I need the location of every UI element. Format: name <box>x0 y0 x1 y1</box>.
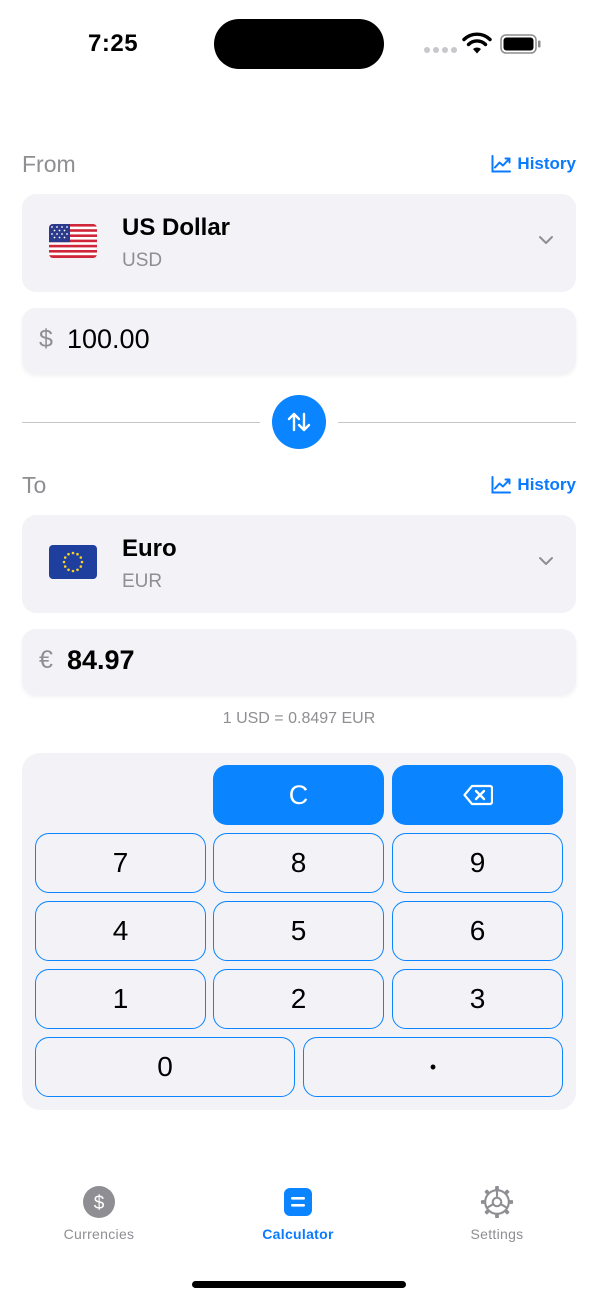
equals-square-icon <box>281 1185 315 1219</box>
eu-flag-icon <box>49 545 97 579</box>
key-6[interactable]: 6 <box>392 901 563 961</box>
gear-icon <box>480 1185 514 1219</box>
key-3[interactable]: 3 <box>392 969 563 1029</box>
to-history-label: History <box>517 475 576 494</box>
swap-currencies-button[interactable] <box>272 395 326 449</box>
tab-bar: $ Currencies Calculator Settings <box>0 1185 598 1265</box>
dynamic-island <box>214 19 384 69</box>
key-2[interactable]: 2 <box>213 969 384 1029</box>
from-history-label: History <box>517 154 576 173</box>
chart-line-icon <box>491 155 512 173</box>
tab-calculator-label: Calculator <box>262 1226 334 1242</box>
to-amount-symbol: € <box>39 646 53 674</box>
dollar-circle-icon: $ <box>82 1185 116 1219</box>
to-history-link[interactable]: History <box>491 475 576 495</box>
key-8[interactable]: 8 <box>213 833 384 893</box>
backspace-button[interactable] <box>392 765 563 825</box>
to-currency-name: Euro <box>122 535 177 562</box>
chart-line-icon <box>491 476 512 494</box>
chevron-down-icon <box>539 557 553 565</box>
cellular-signal-icon <box>424 47 457 55</box>
key-1[interactable]: 1 <box>35 969 206 1029</box>
us-flag-icon <box>49 224 97 258</box>
tab-currencies-label: Currencies <box>63 1226 135 1242</box>
to-currency-code: EUR <box>122 571 163 592</box>
key-9[interactable]: 9 <box>392 833 563 893</box>
status-bar: 7:25 <box>0 0 598 90</box>
wifi-icon <box>462 32 492 54</box>
key-5[interactable]: 5 <box>213 901 384 961</box>
from-currency-code: USD <box>122 250 163 271</box>
key-7[interactable]: 7 <box>35 833 206 893</box>
svg-text:$: $ <box>94 1193 105 1214</box>
tab-settings[interactable]: Settings <box>417 1185 577 1242</box>
exchange-rate-text: 1 USD = 0.8497 EUR <box>222 710 376 727</box>
from-amount-value: 100.00 <box>67 324 150 354</box>
key-0[interactable]: 0 <box>35 1037 295 1097</box>
divider-left <box>22 422 260 423</box>
to-label: To <box>22 472 47 498</box>
to-currency-picker[interactable]: Euro EUR <box>22 515 576 613</box>
divider-right <box>338 422 576 423</box>
from-currency-picker[interactable]: US Dollar USD <box>22 194 576 292</box>
home-indicator <box>192 1281 406 1288</box>
key-decimal[interactable]: • <box>303 1037 563 1097</box>
from-amount-field[interactable]: $ 100.00 <box>22 308 576 374</box>
to-amount-value: 84.97 <box>67 645 135 675</box>
tab-calculator[interactable]: Calculator <box>218 1185 378 1242</box>
tab-currencies[interactable]: $ Currencies <box>19 1185 179 1242</box>
calculator-keypad: C 7 8 9 4 5 6 1 2 3 0 • <box>22 753 576 1110</box>
clear-button[interactable]: C <box>213 765 384 825</box>
delete-left-icon <box>462 784 493 806</box>
key-4[interactable]: 4 <box>35 901 206 961</box>
arrow-up-down-icon <box>287 412 311 432</box>
battery-icon <box>500 34 541 54</box>
chevron-down-icon <box>539 236 553 244</box>
to-amount-field: € 84.97 <box>22 629 576 695</box>
from-amount-symbol: $ <box>39 325 53 353</box>
status-time: 7:25 <box>88 30 139 57</box>
from-label: From <box>22 151 76 177</box>
tab-settings-label: Settings <box>470 1226 524 1242</box>
from-history-link[interactable]: History <box>491 154 576 174</box>
from-currency-name: US Dollar <box>122 214 231 241</box>
